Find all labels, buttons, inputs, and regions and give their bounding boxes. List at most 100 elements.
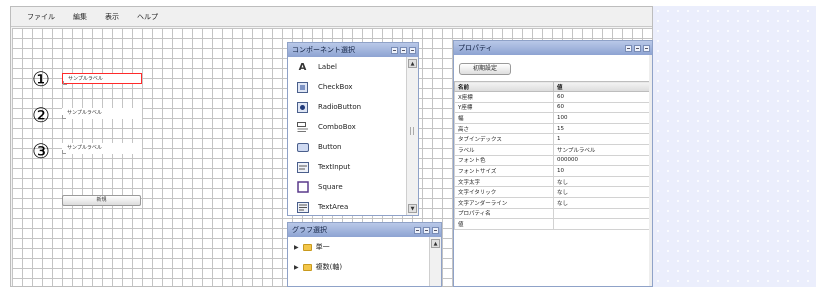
close-icon[interactable] (432, 226, 439, 234)
property-name-cell: プロパティ名 (454, 207, 554, 220)
tree-item-multi-axis[interactable]: ▶ 複数(軸) (288, 257, 430, 277)
table-row[interactable]: X座標 60 (454, 91, 650, 103)
component-item-textinput[interactable]: TextInput (288, 157, 406, 177)
scroll-up-icon[interactable]: ▲ (408, 59, 417, 68)
property-name-cell: 文字アンダーライン (454, 196, 554, 209)
properties-panel-title: プロパティ (458, 44, 493, 52)
marker-3: ③ (32, 139, 50, 163)
minimize-icon[interactable] (414, 226, 421, 234)
radio-button-icon (296, 101, 309, 113)
expand-arrow-icon[interactable]: ▶ (294, 264, 299, 271)
table-row[interactable]: 値 (454, 218, 650, 230)
menu-view[interactable]: 表示 (105, 12, 119, 22)
table-row[interactable]: ラベル サンプルラベル (454, 143, 650, 156)
combobox-icon (296, 121, 309, 133)
property-value-cell[interactable] (553, 218, 650, 230)
graph-scrollbar[interactable]: ▲ (429, 237, 441, 286)
property-table: 名前 値 X座標 60 Y座標 60 幅 100 高さ 15 タブインデックス 1 ラベル サンプルラ… (454, 81, 650, 230)
property-value-cell[interactable]: 1 (553, 133, 650, 145)
property-value-cell[interactable]: 000000 (553, 154, 650, 167)
component-item-radiobutton[interactable]: RadioButton (288, 97, 406, 117)
canvas-label-2[interactable]: サンプルラベル (62, 108, 142, 119)
workspace-background (653, 6, 816, 287)
property-value-cell[interactable]: 60 (553, 91, 650, 103)
graph-panel-titlebar[interactable]: グラフ選択 (288, 223, 441, 237)
table-row[interactable]: フォントサイズ 10 (454, 165, 650, 177)
component-panel-title: コンポーネント選択 (292, 46, 355, 54)
tree-item-single[interactable]: ▶ 単一 (288, 237, 430, 257)
table-row[interactable]: フォント色 000000 (454, 154, 650, 167)
component-item-checkbox[interactable]: CheckBox (288, 77, 406, 97)
table-row[interactable]: 文字太字 なし (454, 175, 650, 188)
initial-settings-button[interactable]: 初期設定 (459, 63, 511, 75)
table-row[interactable]: 高さ 15 (454, 122, 650, 135)
menu-file[interactable]: ファイル (27, 12, 55, 22)
component-item-label[interactable]: A Label (288, 57, 406, 77)
property-name-cell: 値 (454, 218, 554, 230)
component-item-combobox[interactable]: ComboBox (288, 117, 406, 137)
canvas-label-3-text: サンプルラベル (67, 145, 102, 151)
menu-edit[interactable]: 編集 (73, 12, 87, 22)
button-icon (296, 141, 309, 153)
scroll-up-icon[interactable]: ▲ (431, 239, 440, 248)
minimize-icon[interactable] (625, 44, 632, 52)
table-row[interactable]: 文字イタリック なし (454, 186, 650, 198)
expand-arrow-icon[interactable]: ▶ (294, 244, 299, 251)
folder-icon (302, 263, 312, 271)
property-value-cell[interactable]: なし (553, 186, 650, 198)
property-name-cell: 文字イタリック (454, 186, 554, 198)
component-item-text: RadioButton (318, 103, 362, 111)
table-row[interactable]: Y座標 60 (454, 101, 650, 114)
component-item-text: Button (318, 143, 342, 151)
marker-2: ② (32, 103, 50, 127)
component-scrollbar[interactable]: ▲ ▼ (406, 57, 418, 215)
graph-panel: グラフ選択 ▶ 単一 ▶ 複数(軸) ▲ (287, 222, 442, 287)
header-value: 値 (553, 81, 650, 92)
property-value-cell[interactable]: 15 (553, 122, 650, 135)
menu-help[interactable]: ヘルプ (137, 12, 158, 22)
minimize-icon[interactable] (391, 46, 398, 54)
properties-scrollbar[interactable] (649, 55, 652, 286)
maximize-icon[interactable] (634, 44, 641, 52)
label-marker-icon (62, 150, 66, 154)
table-row[interactable]: プロパティ名 (454, 207, 650, 220)
component-item-text: ComboBox (318, 123, 356, 131)
component-item-button[interactable]: Button (288, 137, 406, 157)
canvas-label-1-text: サンプルラベル (68, 76, 103, 82)
canvas-label-3[interactable]: サンプルラベル (62, 143, 142, 154)
folder-icon (302, 243, 312, 251)
property-value-cell[interactable] (553, 207, 650, 220)
square-icon (296, 181, 309, 193)
canvas-label-1[interactable]: サンプルラベル (62, 73, 142, 85)
property-value-cell[interactable]: 100 (553, 112, 650, 124)
canvas-new-button[interactable]: 新規 (62, 195, 141, 206)
component-item-square[interactable]: Square (288, 177, 406, 197)
property-value-cell[interactable]: なし (553, 196, 650, 209)
property-value-cell[interactable]: 10 (553, 165, 650, 177)
maximize-icon[interactable] (400, 46, 407, 54)
component-panel-titlebar[interactable]: コンポーネント選択 (288, 43, 418, 57)
component-list: A Label CheckBox RadioButton ComboBox Bu… (288, 57, 406, 215)
scroll-down-icon[interactable]: ▼ (408, 204, 417, 213)
property-value-cell[interactable]: 60 (553, 101, 650, 114)
property-name-cell: 高さ (454, 122, 554, 135)
properties-panel-titlebar[interactable]: プロパティ (454, 41, 652, 55)
close-icon[interactable] (643, 44, 650, 52)
maximize-icon[interactable] (423, 226, 430, 234)
component-item-textarea[interactable]: TextArea (288, 197, 406, 215)
graph-tree: ▶ 単一 ▶ 複数(軸) (288, 237, 430, 277)
tree-item-label: 単一 (315, 243, 330, 251)
close-icon[interactable] (409, 46, 416, 54)
table-row[interactable]: 幅 100 (454, 112, 650, 124)
table-row[interactable]: 文字アンダーライン なし (454, 196, 650, 209)
property-value-cell[interactable]: なし (553, 175, 650, 188)
text-input-icon (296, 161, 309, 173)
property-name-cell: フォント色 (454, 154, 554, 167)
marker-1: ① (32, 67, 50, 91)
scroll-thumb[interactable] (410, 127, 414, 135)
label-marker-icon (62, 115, 66, 119)
property-name-cell: 幅 (454, 112, 554, 124)
table-row[interactable]: タブインデックス 1 (454, 133, 650, 145)
property-value-cell[interactable]: サンプルラベル (553, 143, 650, 156)
checkbox-icon (296, 81, 309, 93)
